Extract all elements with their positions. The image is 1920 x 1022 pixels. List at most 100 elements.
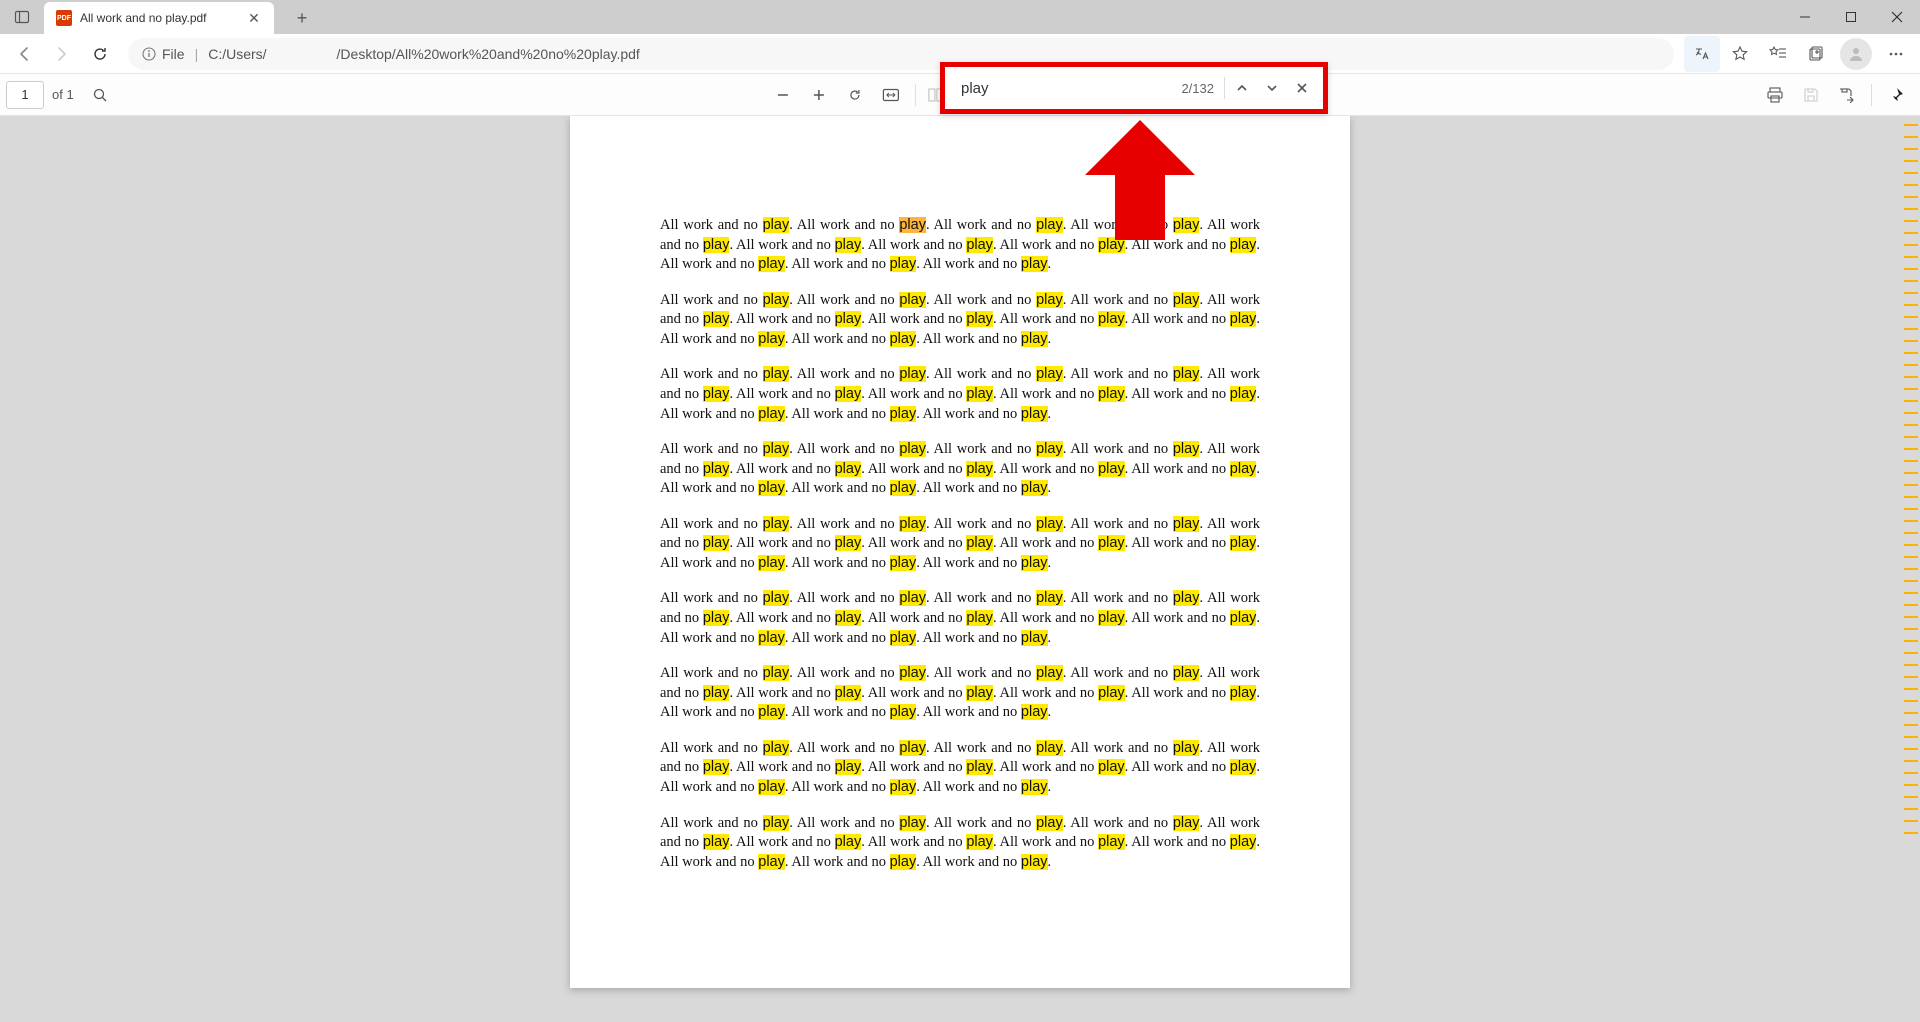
search-match: play bbox=[763, 740, 790, 756]
scrollbar-match-strip bbox=[1904, 116, 1918, 1022]
pdf-file-icon: PDF bbox=[56, 10, 72, 26]
search-match: play bbox=[890, 406, 917, 422]
search-match: play bbox=[1173, 441, 1200, 457]
search-match: play bbox=[1021, 406, 1048, 422]
search-match: play bbox=[1021, 480, 1048, 496]
search-match: play bbox=[1173, 740, 1200, 756]
search-match: play bbox=[1230, 685, 1257, 701]
search-match: play bbox=[835, 535, 862, 551]
search-match: play bbox=[703, 311, 730, 327]
find-prev-button[interactable] bbox=[1227, 73, 1257, 103]
search-match: play bbox=[835, 759, 862, 775]
find-button[interactable] bbox=[82, 77, 118, 113]
search-match: play bbox=[1173, 366, 1200, 382]
find-next-button[interactable] bbox=[1257, 73, 1287, 103]
search-match: play bbox=[835, 311, 862, 327]
info-icon bbox=[142, 47, 156, 61]
search-match: play bbox=[890, 704, 917, 720]
search-match: play bbox=[758, 480, 785, 496]
browser-tab[interactable]: PDF All work and no play.pdf ✕ bbox=[44, 2, 274, 34]
search-match: play bbox=[1021, 256, 1048, 272]
search-match: play bbox=[1098, 311, 1125, 327]
find-close-button[interactable] bbox=[1287, 73, 1317, 103]
search-match: play bbox=[763, 516, 790, 532]
paragraph: All work and no play. All work and no pl… bbox=[660, 515, 1260, 574]
search-match: play bbox=[758, 331, 785, 347]
search-match: play bbox=[1036, 217, 1063, 233]
close-tab-button[interactable]: ✕ bbox=[246, 10, 262, 26]
favorite-button[interactable] bbox=[1722, 36, 1758, 72]
search-match: play bbox=[703, 759, 730, 775]
find-result-count: 2/132 bbox=[1181, 81, 1214, 96]
search-match: play bbox=[835, 386, 862, 402]
favorites-list-button[interactable] bbox=[1760, 36, 1796, 72]
zoom-in-button[interactable] bbox=[801, 77, 837, 113]
search-match: play bbox=[890, 331, 917, 347]
paragraph: All work and no play. All work and no pl… bbox=[660, 291, 1260, 350]
maximize-button[interactable] bbox=[1828, 0, 1874, 34]
search-match: play bbox=[703, 535, 730, 551]
tab-actions-button[interactable] bbox=[8, 3, 36, 31]
collections-button[interactable] bbox=[1798, 36, 1834, 72]
search-match: play bbox=[890, 779, 917, 795]
profile-button[interactable] bbox=[1840, 38, 1872, 70]
search-match: play bbox=[1021, 704, 1048, 720]
search-match: play bbox=[703, 685, 730, 701]
search-match: play bbox=[1098, 386, 1125, 402]
search-match: play bbox=[890, 630, 917, 646]
search-match: play bbox=[899, 590, 926, 606]
search-match: play bbox=[758, 256, 785, 272]
search-match: play bbox=[1230, 311, 1257, 327]
translate-button[interactable] bbox=[1684, 36, 1720, 72]
page-number-input[interactable] bbox=[6, 81, 44, 109]
search-match: play bbox=[1021, 630, 1048, 646]
search-match: play bbox=[835, 461, 862, 477]
new-tab-button[interactable]: + bbox=[288, 5, 316, 33]
search-match: play bbox=[1230, 610, 1257, 626]
save-as-button[interactable] bbox=[1829, 77, 1865, 113]
annotation-arrow-icon bbox=[1085, 120, 1195, 240]
search-match: play bbox=[835, 237, 862, 253]
search-match: play bbox=[899, 292, 926, 308]
more-button[interactable] bbox=[1878, 36, 1914, 72]
search-match: play bbox=[763, 441, 790, 457]
rotate-button[interactable] bbox=[837, 77, 873, 113]
paragraph: All work and no play. All work and no pl… bbox=[660, 440, 1260, 499]
search-match: play bbox=[966, 237, 993, 253]
pin-toolbar-button[interactable] bbox=[1878, 77, 1914, 113]
search-match: play bbox=[703, 386, 730, 402]
search-match: play bbox=[899, 740, 926, 756]
search-match: play bbox=[966, 311, 993, 327]
close-window-button[interactable] bbox=[1874, 0, 1920, 34]
search-match: play bbox=[1098, 685, 1125, 701]
back-button[interactable] bbox=[6, 36, 42, 72]
pdf-viewport[interactable]: All work and no play. All work and no pl… bbox=[0, 116, 1920, 1022]
save-button[interactable] bbox=[1793, 77, 1829, 113]
fit-page-button[interactable] bbox=[873, 77, 909, 113]
paragraph: All work and no play. All work and no pl… bbox=[660, 739, 1260, 798]
zoom-out-button[interactable] bbox=[765, 77, 801, 113]
find-input[interactable] bbox=[961, 80, 1173, 97]
search-match: play bbox=[1036, 815, 1063, 831]
search-match: play bbox=[703, 237, 730, 253]
paragraph: All work and no play. All work and no pl… bbox=[660, 365, 1260, 424]
url-field[interactable]: File | C:/Users/ /Desktop/All%20work%20a… bbox=[128, 38, 1674, 70]
page-total-label: of 1 bbox=[52, 87, 74, 102]
url-scheme-label: File bbox=[162, 46, 185, 62]
forward-button[interactable] bbox=[44, 36, 80, 72]
search-match: play bbox=[1036, 590, 1063, 606]
search-match: play bbox=[763, 366, 790, 382]
search-match: play bbox=[758, 630, 785, 646]
refresh-button[interactable] bbox=[82, 36, 118, 72]
search-match: play bbox=[1098, 535, 1125, 551]
search-match: play bbox=[1036, 441, 1063, 457]
minimize-button[interactable] bbox=[1782, 0, 1828, 34]
print-button[interactable] bbox=[1757, 77, 1793, 113]
search-match: play bbox=[758, 555, 785, 571]
search-match: play bbox=[758, 406, 785, 422]
search-match: play bbox=[758, 854, 785, 870]
search-match: play bbox=[1173, 292, 1200, 308]
paragraph: All work and no play. All work and no pl… bbox=[660, 664, 1260, 723]
search-match: play bbox=[966, 535, 993, 551]
search-match: play bbox=[1098, 834, 1125, 850]
